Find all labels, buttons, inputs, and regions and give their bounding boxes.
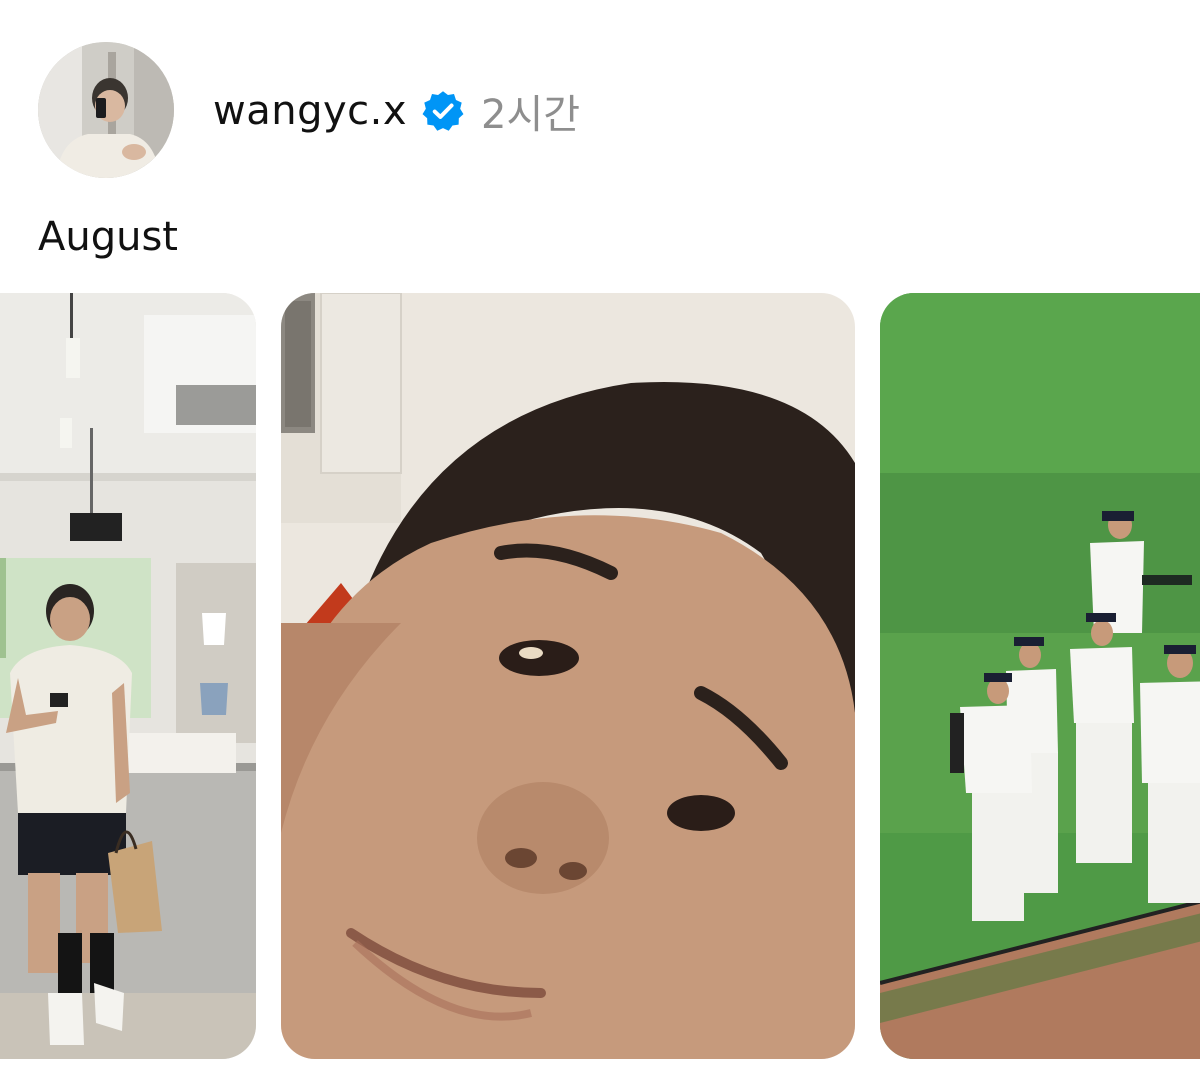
post-header: wangyc.x 2시간 [213, 84, 580, 138]
photo-carousel[interactable] [0, 293, 1200, 1059]
carousel-photo-1[interactable] [0, 293, 256, 1059]
carousel-photo-2[interactable] [281, 293, 855, 1059]
avatar-image [38, 42, 174, 178]
post-timestamp: 2시간 [481, 92, 581, 138]
post-caption: August [38, 214, 178, 260]
post-container: wangyc.x 2시간 August [0, 0, 1200, 1082]
avatar[interactable] [38, 42, 174, 178]
username[interactable]: wangyc.x [213, 88, 407, 134]
verified-badge-icon [421, 89, 465, 133]
carousel-photo-3[interactable] [880, 293, 1200, 1059]
